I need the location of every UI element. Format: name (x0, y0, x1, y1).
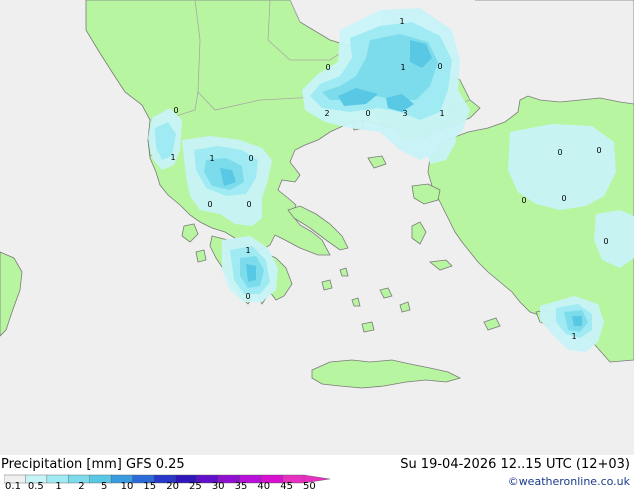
contour-label: 0 (173, 106, 178, 115)
map-title: Precipitation [mm] GFS 0.25 (1, 457, 185, 472)
contour-label: 0 (521, 196, 526, 205)
contour-label: 0 (207, 200, 212, 209)
contour-label: 1 (439, 109, 444, 118)
contour-label: 1 (245, 246, 250, 255)
precipitation-map: 1 0 1 0 2 0 3 1 0 1 1 0 0 0 0 0 0 1 0 1 … (0, 0, 634, 455)
contour-label: 1 (170, 153, 175, 162)
legend-tick-label: 10 (120, 481, 134, 492)
legend-tick-label: 20 (166, 481, 179, 492)
legend-tick-label: 30 (211, 481, 225, 492)
legend-tick-label: 0.1 (5, 481, 21, 492)
contour-label: 0 (437, 62, 442, 71)
contour-label: 2 (324, 109, 329, 118)
land-zakynthos (195, 249, 207, 263)
legend-tick-label: 35 (234, 481, 248, 492)
contour-label: 0 (248, 154, 253, 163)
contour-label: 0 (557, 148, 562, 157)
legend-tick-label: 1 (55, 481, 62, 492)
contour-label: 0 (325, 63, 330, 72)
credit-link[interactable]: ©weatheronline.co.uk (508, 475, 630, 489)
contour-label: 1 (209, 154, 214, 163)
legend-tick-label: 45 (280, 481, 293, 492)
contour-label: 1 (400, 63, 405, 72)
legend-tick-label: 5 (101, 481, 108, 492)
contour-label: 0 (596, 146, 601, 155)
legend-tick-label: 25 (189, 481, 202, 492)
legend-tick-label: 40 (257, 481, 271, 492)
legend-tick-label: 0.5 (27, 481, 44, 492)
contour-label: 0 (561, 194, 566, 203)
legend-tick-label: 15 (143, 481, 157, 492)
contour-label: 1 (571, 332, 576, 341)
contour-label: 0 (246, 200, 251, 209)
contour-label: 0 (603, 237, 608, 246)
contour-label: 0 (245, 292, 250, 301)
contour-label: 1 (399, 17, 404, 26)
legend-tick-label: 2 (78, 481, 85, 492)
contour-label: 3 (402, 109, 407, 118)
map-timestamp: Su 19-04-2026 12..15 UTC (12+03) (400, 457, 630, 472)
map-footer: Precipitation [mm] GFS 0.25 Su 19-04-202… (0, 455, 634, 492)
contour-label: 0 (365, 109, 370, 118)
legend-tick-label: 50 (303, 481, 316, 492)
